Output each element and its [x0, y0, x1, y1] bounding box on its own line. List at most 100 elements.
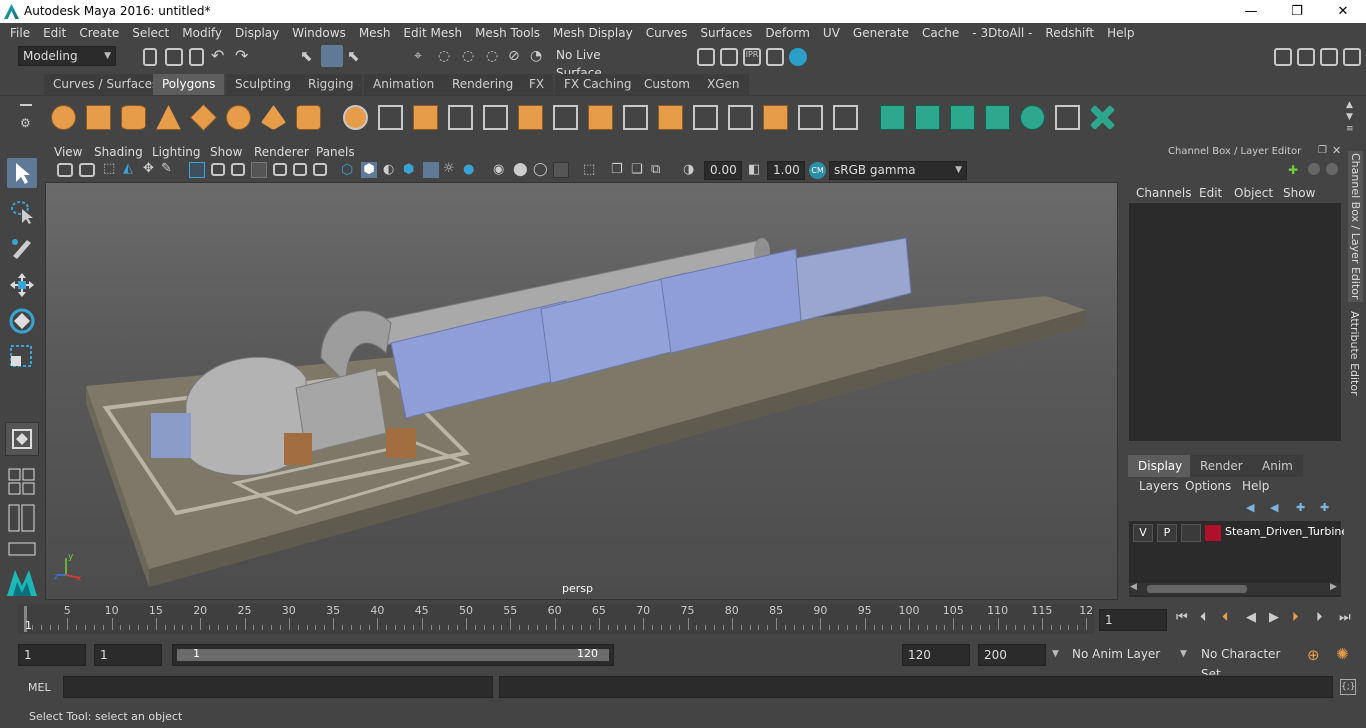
target-weld-icon[interactable]: [798, 105, 823, 130]
select-tool-icon[interactable]: [7, 158, 37, 188]
poly-sphere-icon[interactable]: [51, 105, 76, 130]
toggle-tool-settings-icon[interactable]: [1320, 48, 1338, 66]
panel-menu-shading[interactable]: Shading: [94, 145, 143, 159]
wireframe-on-shaded-icon[interactable]: ◐: [383, 162, 401, 180]
smooth-icon[interactable]: [448, 105, 473, 130]
mode-selector[interactable]: Modeling ▼: [18, 46, 116, 66]
scale-tool-icon[interactable]: [7, 342, 37, 372]
four-view-layout-icon[interactable]: [8, 468, 36, 496]
channel-menu-edit[interactable]: Edit: [1199, 186, 1222, 200]
tab-custom[interactable]: Custom: [635, 74, 699, 95]
ipr-render-icon[interactable]: IPR: [743, 48, 761, 66]
tab-rigging[interactable]: Rigging: [299, 74, 363, 95]
menu-edit[interactable]: Edit: [43, 26, 66, 40]
select-by-object-icon[interactable]: [321, 45, 343, 67]
play-forward-icon[interactable]: ▶: [1269, 610, 1279, 625]
layer-row[interactable]: V P Steam_Driven_Turbine: [1131, 524, 1348, 542]
animation-preferences-icon[interactable]: ✺: [1336, 645, 1349, 663]
panel-menu-show[interactable]: Show: [210, 145, 242, 159]
poly-torus-icon[interactable]: [226, 105, 251, 130]
menu-uv[interactable]: UV: [823, 26, 840, 40]
current-frame-field[interactable]: 1: [1099, 609, 1167, 631]
automatic-mapping-icon[interactable]: [985, 105, 1010, 130]
close-panel-icon[interactable]: ✕: [1332, 144, 1341, 157]
tab-display[interactable]: Display: [1128, 455, 1193, 477]
multi-cut-icon[interactable]: [553, 105, 578, 130]
new-scene-icon[interactable]: [143, 48, 157, 66]
bridge-icon[interactable]: [623, 105, 648, 130]
menu-3dtoall[interactable]: - 3DtoAll -: [972, 26, 1032, 40]
poly-cube-icon[interactable]: [86, 105, 111, 130]
poly-pyramid-icon[interactable]: [261, 105, 286, 130]
mirror-icon[interactable]: [518, 105, 543, 130]
toggle-channel-box-icon[interactable]: [1343, 48, 1361, 66]
menu-create[interactable]: Create: [79, 26, 119, 40]
anim-layer-selector[interactable]: No Anim Layer: [1068, 644, 1178, 666]
snap-grid-icon[interactable]: ⌖: [414, 48, 432, 66]
planar-mapping-icon[interactable]: [880, 105, 905, 130]
insert-edge-loop-icon[interactable]: [728, 105, 753, 130]
move-layer-down-icon[interactable]: ◀: [1270, 501, 1278, 514]
open-scene-icon[interactable]: [165, 48, 183, 66]
shadows-icon[interactable]: ☼: [443, 161, 461, 179]
layer-menu-layers[interactable]: Layers: [1139, 479, 1179, 493]
extract-icon[interactable]: [413, 105, 438, 130]
camera-select-icon[interactable]: [57, 163, 73, 177]
select-by-hierarchy-icon[interactable]: ⬉: [300, 47, 318, 65]
poly-cone-icon[interactable]: [156, 105, 181, 130]
smooth-shade-icon[interactable]: ⬢: [361, 162, 377, 178]
range-slider-handle[interactable]: [177, 649, 609, 661]
panel-menu-panels[interactable]: Panels: [316, 145, 355, 159]
uv-editor-icon[interactable]: [1055, 105, 1080, 130]
xray-icon[interactable]: ⬚: [583, 162, 601, 180]
maximize-button[interactable]: ❐: [1274, 0, 1320, 23]
spherical-mapping-icon[interactable]: [950, 105, 975, 130]
snap-point-icon[interactable]: ◌: [462, 48, 480, 66]
render-view-icon[interactable]: [766, 48, 784, 66]
new-layer-selected-icon[interactable]: ✚: [1320, 501, 1329, 514]
channel-box-axis-icon[interactable]: ✚: [1288, 163, 1298, 177]
channel-menu-channels[interactable]: Channels: [1136, 186, 1192, 200]
time-slider[interactable]: 1 5 10 15 20 25 30 35 40 45 50 55 60 65 70 75 80 85 90 95 1…: [18, 604, 1094, 634]
separate-icon[interactable]: [378, 105, 403, 130]
lasso-tool-icon[interactable]: [7, 196, 37, 226]
tab-fx[interactable]: FX: [520, 74, 554, 95]
depth-of-field-icon[interactable]: ◯: [533, 162, 551, 180]
use-all-lights-icon[interactable]: [423, 162, 439, 178]
start-time-field[interactable]: 1: [18, 644, 86, 666]
layer-visibility-toggle[interactable]: V: [1133, 524, 1153, 542]
menu-curves[interactable]: Curves: [646, 26, 688, 40]
xray-joints-icon[interactable]: ❐: [611, 162, 629, 180]
layer-playback-toggle[interactable]: P: [1157, 524, 1177, 542]
safe-action-icon[interactable]: [293, 163, 307, 176]
chevron-down-icon[interactable]: ▼: [1052, 649, 1059, 659]
isolate-select-icon[interactable]: [553, 162, 569, 178]
play-backward-icon[interactable]: ◀: [1246, 610, 1256, 625]
layer-menu-help[interactable]: Help: [1242, 479, 1269, 493]
render-settings-icon[interactable]: [697, 48, 715, 66]
multisample-aa-icon[interactable]: ⬤: [513, 162, 531, 180]
character-set-selector[interactable]: No Character Set: [1197, 644, 1297, 681]
safe-title-icon[interactable]: [313, 163, 327, 176]
boolean-icon[interactable]: [483, 105, 508, 130]
tab-xgen[interactable]: XGen: [698, 74, 749, 95]
merge-icon[interactable]: [763, 105, 788, 130]
shelf-settings-gear-icon[interactable]: ⚙: [20, 116, 31, 130]
channel-box-toggle-icon[interactable]: [1308, 163, 1320, 175]
field-chart-icon[interactable]: [273, 163, 287, 176]
backface-culling-icon[interactable]: ⧉: [651, 162, 669, 180]
undo-icon[interactable]: ↶: [211, 46, 229, 65]
extrude-icon[interactable]: [588, 105, 613, 130]
textured-icon[interactable]: ⬢: [403, 162, 421, 180]
scroll-left-icon[interactable]: ◀: [1130, 582, 1137, 592]
unfold-icon[interactable]: [1020, 105, 1045, 130]
snap-surface-icon[interactable]: ⊘: [508, 48, 526, 66]
single-perspective-view-icon[interactable]: [5, 422, 39, 456]
grid-toggle-icon[interactable]: [189, 162, 205, 178]
paint-select-tool-icon[interactable]: [7, 232, 37, 262]
step-forward-icon[interactable]: ⏵: [1316, 610, 1323, 625]
range-slider[interactable]: 1 120: [172, 644, 614, 666]
step-back-icon[interactable]: ⏴: [1200, 610, 1207, 625]
move-layer-up-icon[interactable]: ◀: [1246, 501, 1254, 514]
redo-icon[interactable]: ↷: [235, 46, 253, 65]
